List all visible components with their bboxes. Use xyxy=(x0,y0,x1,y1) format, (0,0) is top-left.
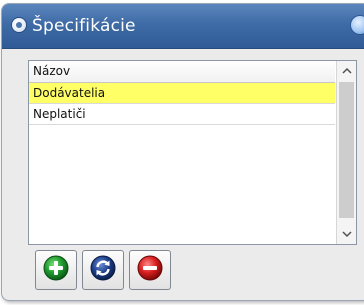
list-item[interactable]: Dodávatelia xyxy=(29,83,335,104)
column-header-name[interactable]: Názov xyxy=(29,61,335,83)
list-item-label: Dodávatelia xyxy=(33,86,106,100)
specifications-list[interactable]: Názov Dodávatelia Neplatiči xyxy=(28,60,357,245)
title-bar: Špecifikácie xyxy=(2,4,364,49)
specifications-panel: Špecifikácie Názov Dodávatelia Neplatiči xyxy=(1,3,364,301)
scroll-up-icon[interactable] xyxy=(337,61,356,80)
scrollbar-thumb[interactable] xyxy=(339,82,354,218)
title-action-icon[interactable] xyxy=(351,16,364,34)
column-header-label: Názov xyxy=(33,64,71,78)
list-item-label: Neplatiči xyxy=(33,107,86,121)
refresh-button[interactable] xyxy=(82,250,124,290)
remove-button[interactable] xyxy=(129,250,171,290)
minus-circle-icon xyxy=(137,255,163,285)
window-icon xyxy=(12,18,26,32)
vertical-scrollbar[interactable] xyxy=(336,61,356,244)
add-button[interactable] xyxy=(35,250,77,290)
list-item[interactable]: Neplatiči xyxy=(29,104,335,125)
refresh-circle-icon xyxy=(90,255,116,285)
plus-circle-icon xyxy=(43,255,69,285)
scroll-down-icon[interactable] xyxy=(337,225,356,244)
window-title: Špecifikácie xyxy=(32,16,136,36)
